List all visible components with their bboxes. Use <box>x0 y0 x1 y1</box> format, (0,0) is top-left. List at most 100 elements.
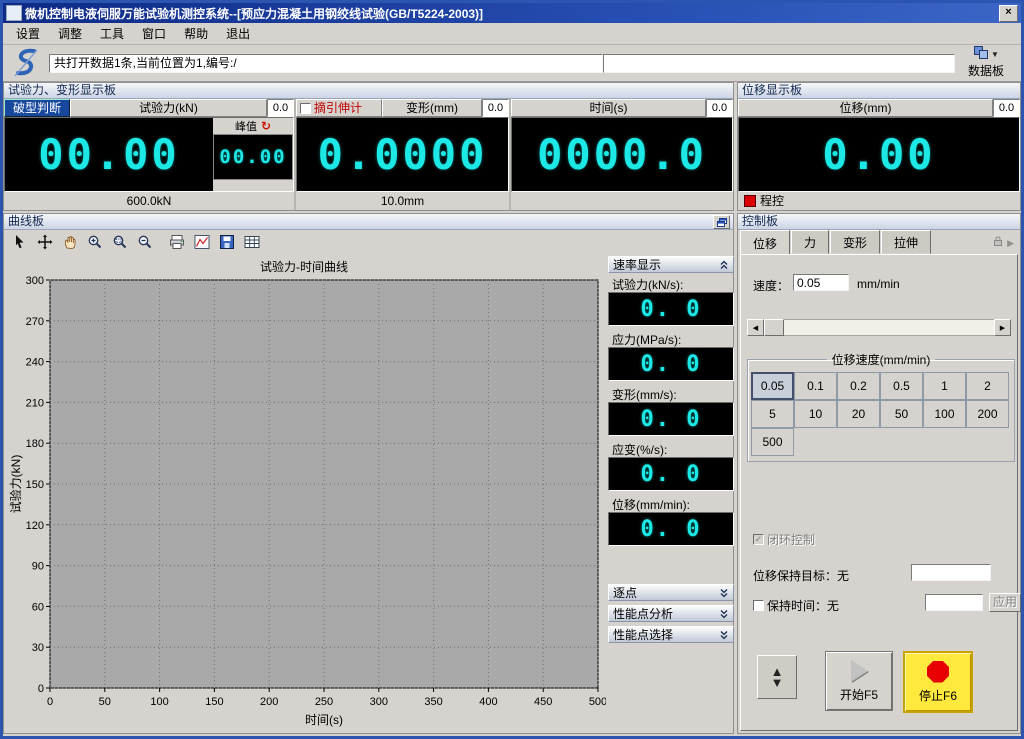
extensometer-checkbox[interactable] <box>300 103 311 114</box>
speed-preset-1[interactable]: 1 <box>923 372 966 400</box>
print-button[interactable] <box>165 231 189 254</box>
rate-section-header[interactable]: 速率显示 <box>608 256 734 273</box>
collapse-up-icon[interactable] <box>719 260 729 270</box>
svg-text:30: 30 <box>32 642 44 654</box>
speed-preset-0.5[interactable]: 0.5 <box>880 372 923 400</box>
force-deform-panel: 试验力、变形显示板 破型判断 试验力(kN) 0.0 00.00 峰值 ↻ 00… <box>3 82 734 211</box>
collapsed-section-1[interactable]: 逐点 <box>608 584 734 601</box>
force-deform-panel-title: 试验力、变形显示板 <box>4 83 733 99</box>
crosshead-updown-button[interactable]: ▲ ▼ <box>757 655 797 699</box>
down-arrow-icon: ▼ <box>771 677 784 688</box>
time-small-value: 0.0 <box>706 99 733 117</box>
move-tool-button[interactable] <box>33 231 57 254</box>
scroll-right-icon[interactable]: ▶ <box>994 319 1011 336</box>
extensometer-checkbox-cell[interactable]: 摘引伸计 <box>296 99 382 117</box>
force-range-label: 600.0kN <box>4 192 294 210</box>
menu-item-2[interactable]: 调整 <box>49 22 91 45</box>
rate-section-title: 速率显示 <box>613 256 661 273</box>
svg-text:0: 0 <box>38 683 44 695</box>
rate-label-2: 应力(MPa/s): <box>608 328 734 347</box>
zoom-window-button[interactable] <box>108 231 132 254</box>
speed-preset-50[interactable]: 50 <box>880 400 923 428</box>
close-button[interactable]: × <box>999 5 1018 22</box>
control-tab-4[interactable]: 拉伸 <box>881 230 931 254</box>
restore-window-icon[interactable] <box>713 215 730 229</box>
title-bar: 微机控制电液伺服万能试验机测控系统--[预应力混凝土用钢绞线试验(GB/T522… <box>3 3 1021 23</box>
hold-target-input[interactable] <box>911 564 991 581</box>
tab-scroll-right-icon[interactable]: ▶ <box>1007 238 1014 249</box>
closed-loop-row[interactable]: ✓ 闭环控制 <box>753 531 815 548</box>
break-judge-tab[interactable]: 破型判断 <box>4 99 70 117</box>
svg-text:120: 120 <box>26 520 44 532</box>
rate-items: 试验力(kN/s):0. 0应力(MPa/s):0. 0变形(mm/s):0. … <box>608 273 734 546</box>
speed-unit-label: mm/min <box>857 277 900 291</box>
menu-item-1[interactable]: 设置 <box>7 22 49 45</box>
peak-refresh-icon[interactable]: ↻ <box>261 119 271 133</box>
control-tab-3[interactable]: 变形 <box>830 230 880 254</box>
expand-down-icon[interactable] <box>719 630 729 640</box>
displacement-small-value: 0.0 <box>993 99 1020 117</box>
rate-label-4: 应变(%/s): <box>608 438 734 457</box>
closed-loop-checkbox: ✓ <box>753 534 764 545</box>
control-panel: 控制板 位移力变形拉伸 ▶ 速度： mm/min ◀ ▶ 位移速度(mm/min… <box>737 213 1021 734</box>
collapsed-section-2[interactable]: 性能点分析 <box>608 605 734 622</box>
svg-text:350: 350 <box>424 696 442 708</box>
control-tab-1[interactable]: 位移 <box>740 230 790 255</box>
force-header: 试验力(kN) <box>70 99 267 117</box>
tab-corner-icons: ▶ <box>993 236 1014 250</box>
databoard-dropdown-icon[interactable]: ▼ <box>991 50 999 59</box>
hand-tool-button[interactable] <box>58 231 82 254</box>
svg-text:时间(s): 时间(s) <box>305 713 343 727</box>
speed-preset-5[interactable]: 5 <box>751 400 794 428</box>
svg-text:150: 150 <box>205 696 223 708</box>
export-data-button[interactable] <box>215 231 239 254</box>
menu-item-5[interactable]: 帮助 <box>175 22 217 45</box>
menu-item-3[interactable]: 工具 <box>91 22 133 45</box>
expand-down-icon[interactable] <box>719 588 729 598</box>
cursor-tool-button[interactable] <box>8 231 32 254</box>
databoard-button[interactable]: ▼ 数据板 <box>957 46 1015 80</box>
speed-preset-0.05[interactable]: 0.05 <box>751 372 794 400</box>
collapsed-section-3[interactable]: 性能点选择 <box>608 626 734 643</box>
menu-item-4[interactable]: 窗口 <box>133 22 175 45</box>
menu-item-6[interactable]: 退出 <box>217 22 259 45</box>
hold-time-input[interactable] <box>925 594 983 611</box>
curve-panel-title: 曲线板 <box>4 214 733 230</box>
stop-button[interactable]: 停止F6 <box>903 651 973 713</box>
start-button-label: 开始F5 <box>840 686 878 703</box>
stop-octagon-icon <box>927 661 949 683</box>
data-grid-button[interactable] <box>240 231 264 254</box>
speed-preset-10[interactable]: 10 <box>794 400 837 428</box>
speed-preset-2[interactable]: 2 <box>966 372 1009 400</box>
speed-input[interactable] <box>793 274 849 291</box>
hold-time-checkbox[interactable] <box>753 600 764 611</box>
speed-preset-0.2[interactable]: 0.2 <box>837 372 880 400</box>
speed-scrollbar[interactable]: ◀ ▶ <box>747 319 1011 336</box>
speed-preset-200[interactable]: 200 <box>966 400 1009 428</box>
speed-preset-20[interactable]: 20 <box>837 400 880 428</box>
speed-preset-500[interactable]: 500 <box>751 428 794 456</box>
curve-view-button[interactable] <box>190 231 214 254</box>
app-window: 微机控制电液伺服万能试验机测控系统--[预应力混凝土用钢绞线试验(GB/T522… <box>0 0 1024 739</box>
zoom-in-button[interactable] <box>83 231 107 254</box>
svg-text:60: 60 <box>32 601 44 613</box>
svg-text:100: 100 <box>150 696 168 708</box>
hold-time-label: 保持时间：无 <box>767 597 839 614</box>
scroll-left-icon[interactable]: ◀ <box>747 319 764 336</box>
apply-button[interactable]: 应用 <box>989 593 1021 612</box>
scrollbar-thumb[interactable] <box>764 319 784 336</box>
deform-header: 变形(mm) <box>382 99 482 117</box>
rate-label-5: 位移(mm/min): <box>608 493 734 512</box>
rate-display-3: 0. 0 <box>608 402 734 436</box>
curve-toolbar <box>6 230 264 254</box>
speed-preset-100[interactable]: 100 <box>923 400 966 428</box>
deform-small-value: 0.0 <box>482 99 509 117</box>
svg-text:210: 210 <box>26 397 44 409</box>
expand-down-icon[interactable] <box>719 609 729 619</box>
control-tab-2[interactable]: 力 <box>791 230 829 254</box>
start-button[interactable]: 开始F5 <box>825 651 893 711</box>
speed-preset-0.1[interactable]: 0.1 <box>794 372 837 400</box>
scrollbar-track[interactable] <box>764 319 994 336</box>
zoom-out-button[interactable] <box>133 231 157 254</box>
peak-label: 峰值 <box>235 118 257 134</box>
